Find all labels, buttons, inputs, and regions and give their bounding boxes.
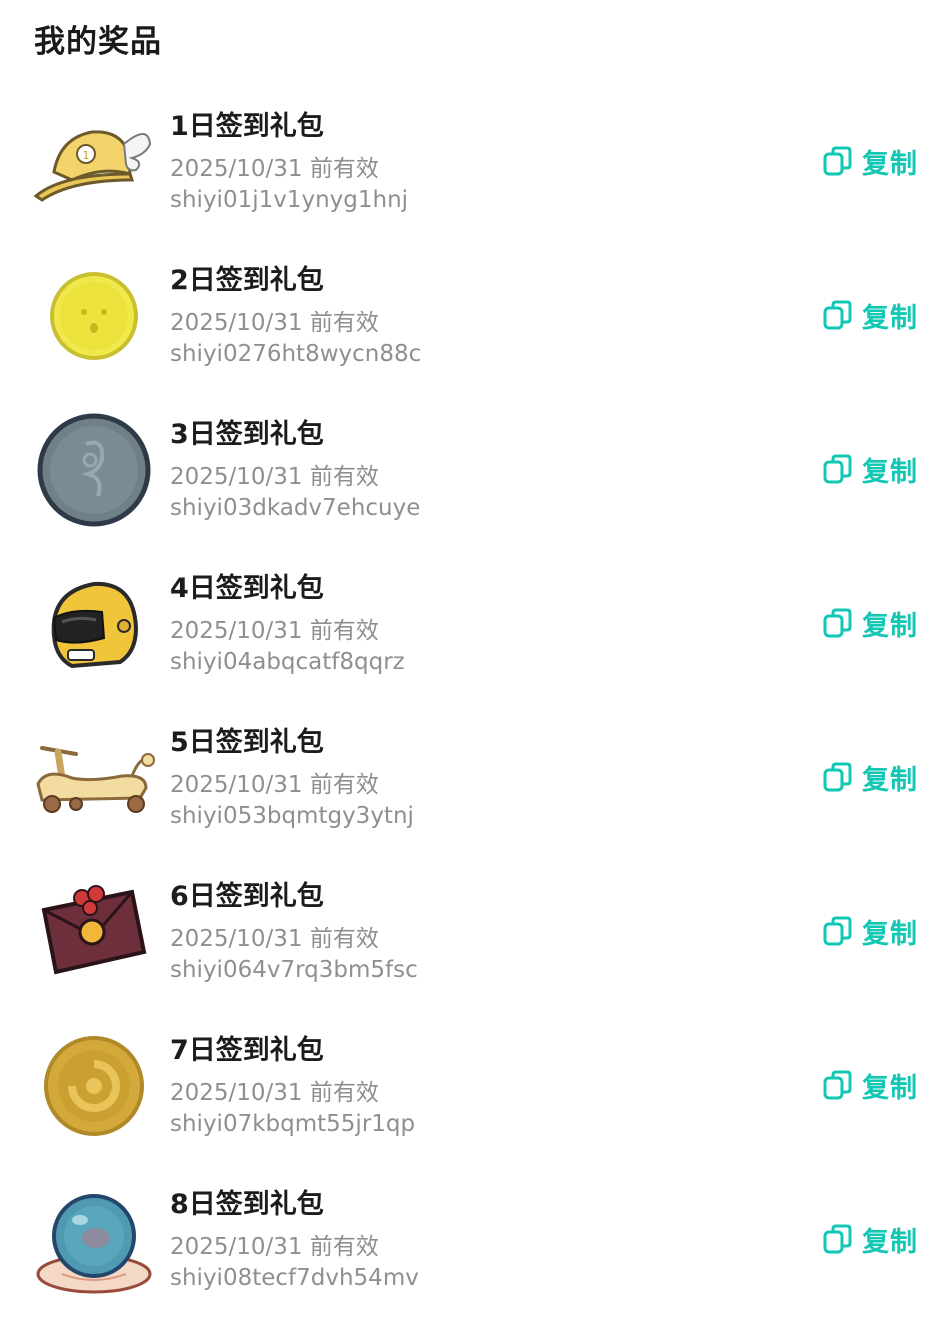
copy-icon — [822, 915, 862, 947]
prize-code: shiyi0276ht8wycn88c — [170, 341, 422, 367]
copy-label: 复制 — [862, 148, 918, 180]
copy-button[interactable]: 复制 — [822, 1221, 918, 1258]
prize-code: shiyi01j1v1ynyg1hnj — [170, 187, 409, 213]
gold-coin-icon — [32, 1024, 156, 1148]
yellow-face-coin-icon — [32, 254, 156, 378]
copy-button[interactable]: 复制 — [822, 451, 918, 488]
prize-expiry: 2025/10/31 前有效 — [170, 618, 379, 644]
crystal-ball-icon — [32, 1178, 156, 1302]
prize-code: shiyi07kbqmt55jr1qp — [170, 1111, 416, 1137]
copy-label: 复制 — [862, 764, 918, 796]
list-item: 4日签到礼包 2025/10/31 前有效 shiyi04abqcatf8qqr… — [0, 552, 948, 706]
copy-button[interactable]: 复制 — [822, 297, 918, 334]
prize-name: 5日签到礼包 — [170, 727, 324, 758]
copy-label: 复制 — [862, 302, 918, 334]
copy-icon — [822, 761, 862, 793]
prize-list: 1 1日签到礼包 2025/10/31 前有效 shiyi01j1v1ynyg1… — [0, 90, 948, 1322]
copy-label: 复制 — [862, 1226, 918, 1258]
prize-name: 4日签到礼包 — [170, 573, 324, 604]
prize-expiry: 2025/10/31 前有效 — [170, 464, 379, 490]
prize-code: shiyi04abqcatf8qqrz — [170, 649, 405, 675]
prize-name: 1日签到礼包 — [170, 111, 324, 142]
list-item: 5日签到礼包 2025/10/31 前有效 shiyi053bqmtgy3ytn… — [0, 706, 948, 860]
prize-expiry: 2025/10/31 前有效 — [170, 156, 379, 182]
prize-code: shiyi053bqmtgy3ytnj — [170, 803, 414, 829]
prize-name: 6日签到礼包 — [170, 881, 324, 912]
list-item: 2日签到礼包 2025/10/31 前有效 shiyi0276ht8wycn88… — [0, 244, 948, 398]
copy-icon — [822, 299, 862, 331]
prize-name: 3日签到礼包 — [170, 419, 324, 450]
gift-envelope-icon — [32, 870, 156, 994]
prize-code: shiyi08tecf7dvh54mv — [170, 1265, 419, 1291]
svg-text:1: 1 — [83, 149, 90, 162]
prize-expiry: 2025/10/31 前有效 — [170, 772, 379, 798]
motorcycle-helmet-icon — [32, 562, 156, 686]
list-item: 1 1日签到礼包 2025/10/31 前有效 shiyi01j1v1ynyg1… — [0, 90, 948, 244]
copy-button[interactable]: 复制 — [822, 605, 918, 642]
prize-code: shiyi03dkadv7ehcuye — [170, 495, 421, 521]
copy-icon — [822, 453, 862, 485]
copy-button[interactable]: 复制 — [822, 913, 918, 950]
list-item: 3日签到礼包 2025/10/31 前有效 shiyi03dkadv7ehcuy… — [0, 398, 948, 552]
list-item: 7日签到礼包 2025/10/31 前有效 shiyi07kbqmt55jr1q… — [0, 1014, 948, 1168]
copy-icon — [822, 1069, 862, 1101]
copy-icon — [822, 145, 862, 177]
copy-label: 复制 — [862, 918, 918, 950]
prize-expiry: 2025/10/31 前有效 — [170, 310, 379, 336]
list-item: 6日签到礼包 2025/10/31 前有效 shiyi064v7rq3bm5fs… — [0, 860, 948, 1014]
prize-expiry: 2025/10/31 前有效 — [170, 926, 379, 952]
winged-cap-icon: 1 — [32, 100, 156, 224]
copy-icon — [822, 1223, 862, 1255]
prize-expiry: 2025/10/31 前有效 — [170, 1080, 379, 1106]
copy-button[interactable]: 复制 — [822, 1067, 918, 1104]
prize-name: 2日签到礼包 — [170, 265, 324, 296]
list-item: 8日签到礼包 2025/10/31 前有效 shiyi08tecf7dvh54m… — [0, 1168, 948, 1322]
gray-emblem-coin-icon — [32, 408, 156, 532]
copy-button[interactable]: 复制 — [822, 143, 918, 180]
prize-name: 8日签到礼包 — [170, 1189, 324, 1220]
copy-label: 复制 — [862, 456, 918, 488]
copy-button[interactable]: 复制 — [822, 759, 918, 796]
scooter-icon — [32, 716, 156, 840]
copy-icon — [822, 607, 862, 639]
copy-label: 复制 — [862, 610, 918, 642]
prize-code: shiyi064v7rq3bm5fsc — [170, 957, 418, 983]
prize-name: 7日签到礼包 — [170, 1035, 324, 1066]
prize-expiry: 2025/10/31 前有效 — [170, 1234, 379, 1260]
page-title: 我的奖品 — [34, 24, 162, 60]
copy-label: 复制 — [862, 1072, 918, 1104]
